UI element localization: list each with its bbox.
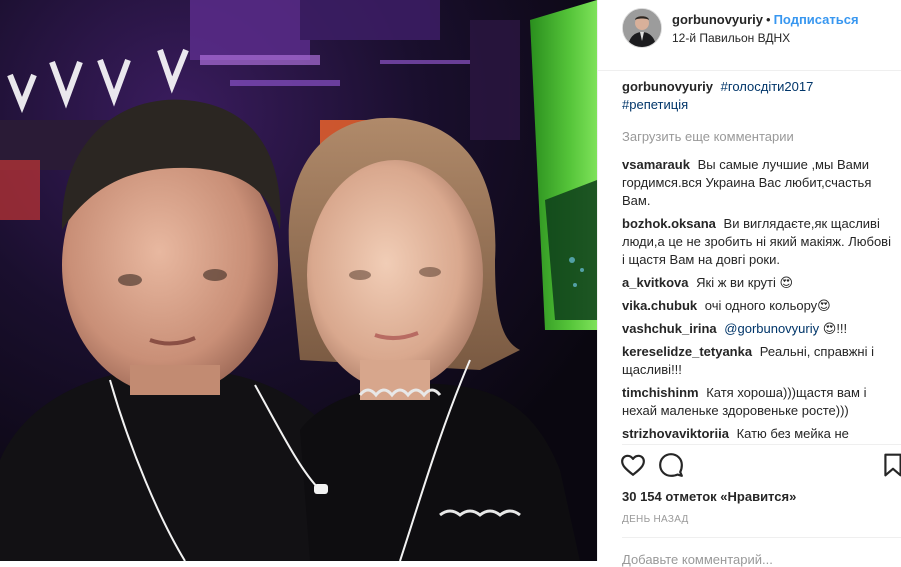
like-button[interactable] (620, 452, 648, 480)
post-timestamp[interactable]: ДЕНЬ НАЗАД (622, 514, 689, 525)
comment-text: Катю без мейка не (736, 426, 849, 441)
comment-button[interactable] (658, 452, 686, 480)
comment-username[interactable]: vika.chubuk (622, 298, 697, 313)
follow-button[interactable]: Подписаться (774, 12, 859, 27)
avatar[interactable] (622, 8, 662, 48)
add-comment-section (622, 537, 901, 567)
comment-username[interactable]: a_kvitkova (622, 275, 689, 290)
comment-item: vashchuk_irina @gorbunovyuriy 😍!!! (622, 320, 894, 338)
load-more-comments-button[interactable]: Загрузить еще комментарии (622, 128, 894, 146)
comment-username[interactable]: vashchuk_irina (622, 321, 717, 336)
post-header: gorbunovyuriy • Подписаться 12-й Павильон … (598, 0, 901, 71)
avatar-image (623, 9, 661, 47)
comment-item: bozhok.oksana Ви виглядаєте,як щасливі л… (622, 215, 894, 269)
author-username[interactable]: gorbunovyuriy (672, 12, 763, 27)
location-link[interactable]: 12-й Павильон ВДНХ (672, 31, 790, 45)
comment-item: a_kvitkova Які ж ви круті 😍 (622, 274, 894, 292)
comment-username[interactable]: kereselidze_tetyanka (622, 344, 752, 359)
separator-dot: • (766, 12, 771, 27)
mention-link[interactable]: @gorbunovyuriy (724, 321, 819, 336)
comment-text: 😍!!! (822, 321, 848, 336)
comment-item: timchishinm Катя хороша)))щастя вам і не… (622, 384, 894, 420)
heart-icon (621, 454, 645, 476)
likes-count[interactable]: 30 154 отметок «Нравится» (622, 489, 796, 504)
comment-username[interactable]: bozhok.oksana (622, 216, 716, 231)
selfie-image (0, 0, 597, 561)
caption-username[interactable]: gorbunovyuriy (622, 79, 713, 94)
post-caption: gorbunovyuriy #голосдіти2017 #репетиція (622, 78, 894, 114)
post-photo[interactable] (0, 0, 597, 561)
comment-username[interactable]: strizhovaviktoriia (622, 426, 729, 441)
comment-username[interactable]: vsamarauk (622, 157, 690, 172)
comment-username[interactable]: timchishinm (622, 385, 699, 400)
comment-text: очі одного кольору😍 (704, 298, 831, 313)
comment-text: Які ж ви круті 😍 (696, 275, 794, 290)
save-button[interactable] (880, 452, 901, 480)
comment-item: vika.chubuk очі одного кольору😍 (622, 297, 894, 315)
action-bar (618, 452, 901, 484)
hashtag-link[interactable]: #репетиція (622, 97, 688, 112)
hashtag-link[interactable]: #голосдіти2017 (721, 79, 814, 94)
comment-item: strizhovaviktoriia Катю без мейка не (622, 425, 894, 442)
comment-item: kereselidze_tetyanka Реальні, справжні і… (622, 343, 894, 379)
speech-bubble-icon (659, 453, 683, 477)
post-side-panel: gorbunovyuriy • Подписаться 12-й Павильон … (597, 0, 901, 567)
comment-item: vsamarauk Вы самые лучшие ,мы Вами горди… (622, 156, 894, 210)
comments-list[interactable]: gorbunovyuriy #голосдіти2017 #репетиція … (622, 78, 894, 442)
divider (622, 444, 901, 445)
bookmark-icon (884, 453, 901, 477)
add-comment-input[interactable] (622, 538, 892, 567)
